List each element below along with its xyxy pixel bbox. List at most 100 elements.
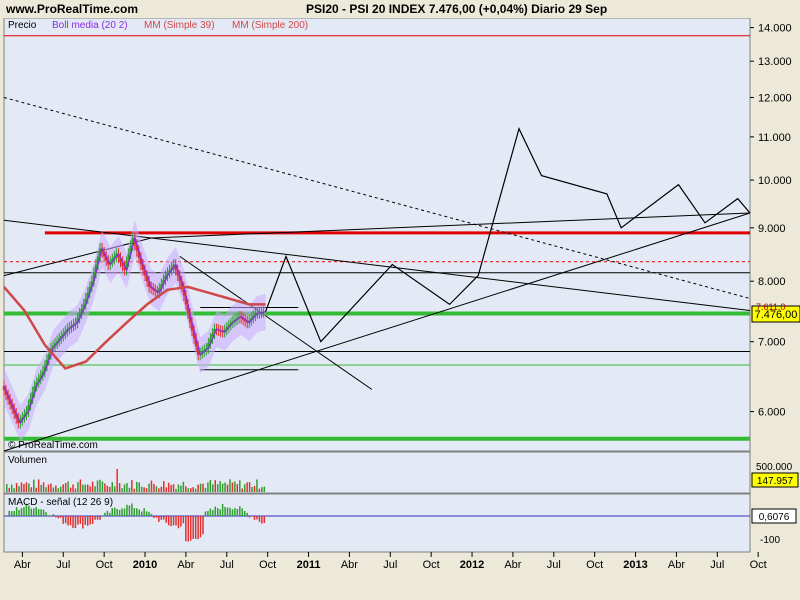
x-tick-label: Jul — [383, 559, 397, 571]
price-chart[interactable]: Precio Boll media (20 2) MM (Simple 39) … — [0, 18, 800, 600]
price-panel — [3, 18, 751, 452]
macd-bar — [42, 509, 45, 516]
macd-bar — [241, 508, 243, 516]
x-tick-label: Abr — [341, 559, 358, 571]
macd-bar — [77, 516, 79, 525]
macd-bar — [10, 511, 13, 516]
macd-bar — [214, 506, 217, 516]
legend-mm200: MM (Simple 200) — [232, 20, 308, 31]
volume-bar — [160, 486, 163, 492]
volume-bar — [148, 483, 150, 492]
volume-bar — [94, 486, 96, 492]
macd-bar — [57, 516, 60, 519]
macd-bar — [185, 516, 187, 542]
macd-bar — [23, 507, 25, 516]
macd-last-value: 0,6076 — [759, 512, 790, 523]
volume-bar — [40, 484, 42, 492]
macd-bar — [72, 516, 74, 529]
volume-bar — [25, 482, 28, 492]
volume-bar — [138, 482, 140, 492]
volume-bar — [253, 485, 256, 492]
volume-bar — [45, 487, 47, 492]
volume-bar — [256, 479, 258, 492]
x-tick-label: 2011 — [297, 559, 321, 571]
macd-bar — [106, 510, 109, 516]
macd-bar — [170, 516, 172, 527]
macd-bar — [35, 507, 37, 516]
macd-bar — [209, 508, 212, 516]
volume-bar — [131, 480, 133, 492]
volume-bar — [84, 484, 87, 492]
macd-bar — [263, 516, 266, 524]
volume-bar — [91, 481, 94, 492]
volume-bar — [145, 488, 148, 492]
macd-bar — [194, 516, 197, 539]
macd-bar — [104, 512, 106, 516]
volume-bar — [37, 479, 40, 492]
volume-bar — [258, 488, 261, 492]
volume-bar — [204, 487, 207, 492]
macd-bar — [131, 503, 133, 516]
macd-bar — [47, 515, 50, 516]
volume-bar — [77, 482, 79, 492]
volume-bar — [261, 487, 263, 492]
macd-bar — [37, 509, 40, 516]
volume-bar — [106, 485, 109, 492]
macd-bar — [86, 516, 89, 526]
macd-bar — [158, 516, 160, 522]
macd-bar — [258, 516, 261, 522]
macd-bar — [20, 508, 23, 516]
y-tick-label: 14.000 — [758, 23, 792, 35]
macd-bar — [138, 509, 140, 516]
macd-bar — [79, 516, 82, 524]
volume-bar — [214, 480, 217, 492]
macd-bar — [253, 516, 256, 520]
macd-bar — [145, 511, 148, 516]
volume-bar — [192, 487, 194, 492]
macd-bar — [155, 516, 158, 518]
macd-bar — [197, 516, 199, 540]
volume-bar — [33, 479, 35, 492]
macd-bar — [52, 514, 55, 516]
macd-bar — [153, 516, 155, 518]
volume-bar — [202, 483, 204, 492]
volume-bar — [263, 486, 266, 492]
macd-bar — [182, 516, 185, 524]
y-tick-label: 7.000 — [758, 337, 786, 349]
volume-bar — [57, 488, 60, 492]
volume-bar — [62, 484, 64, 492]
macd-bar — [234, 508, 236, 516]
volume-panel — [3, 451, 751, 494]
macd-bar — [219, 509, 221, 516]
macd-bar — [116, 508, 118, 516]
macd-bar — [236, 508, 239, 516]
site-name[interactable]: www.ProRealTime.com — [6, 2, 138, 16]
volume-bar — [150, 480, 153, 492]
volume-bar — [140, 486, 143, 492]
macd-bar — [212, 510, 214, 516]
volume-bar — [133, 488, 136, 492]
volume-bar — [15, 483, 18, 492]
macd-bar — [18, 510, 20, 516]
macd-bar — [64, 516, 67, 524]
volume-bar — [251, 486, 253, 492]
macd-bar — [207, 510, 209, 516]
price-axis-ticks: 14.000 13.000 12.000 11.000 10.000 9.000 8.000… — [750, 23, 792, 419]
macd-tick: -100 — [760, 535, 780, 546]
volume-bar — [52, 487, 55, 492]
macd-bar — [143, 508, 145, 516]
macd-last-badge: 0,6076 — [751, 508, 797, 524]
volume-bar — [194, 488, 197, 492]
volume-bar — [89, 486, 91, 492]
macd-bar — [256, 516, 258, 520]
macd-bar — [216, 508, 219, 516]
macd-bar — [165, 516, 167, 523]
volume-bar — [104, 483, 106, 492]
macd-bar — [163, 516, 165, 520]
macd-bar — [204, 511, 207, 516]
volume-bar — [207, 482, 209, 492]
macd-bar — [239, 506, 241, 516]
macd-bar — [62, 516, 64, 524]
volume-bar — [10, 484, 13, 492]
volume-bar — [236, 483, 239, 492]
